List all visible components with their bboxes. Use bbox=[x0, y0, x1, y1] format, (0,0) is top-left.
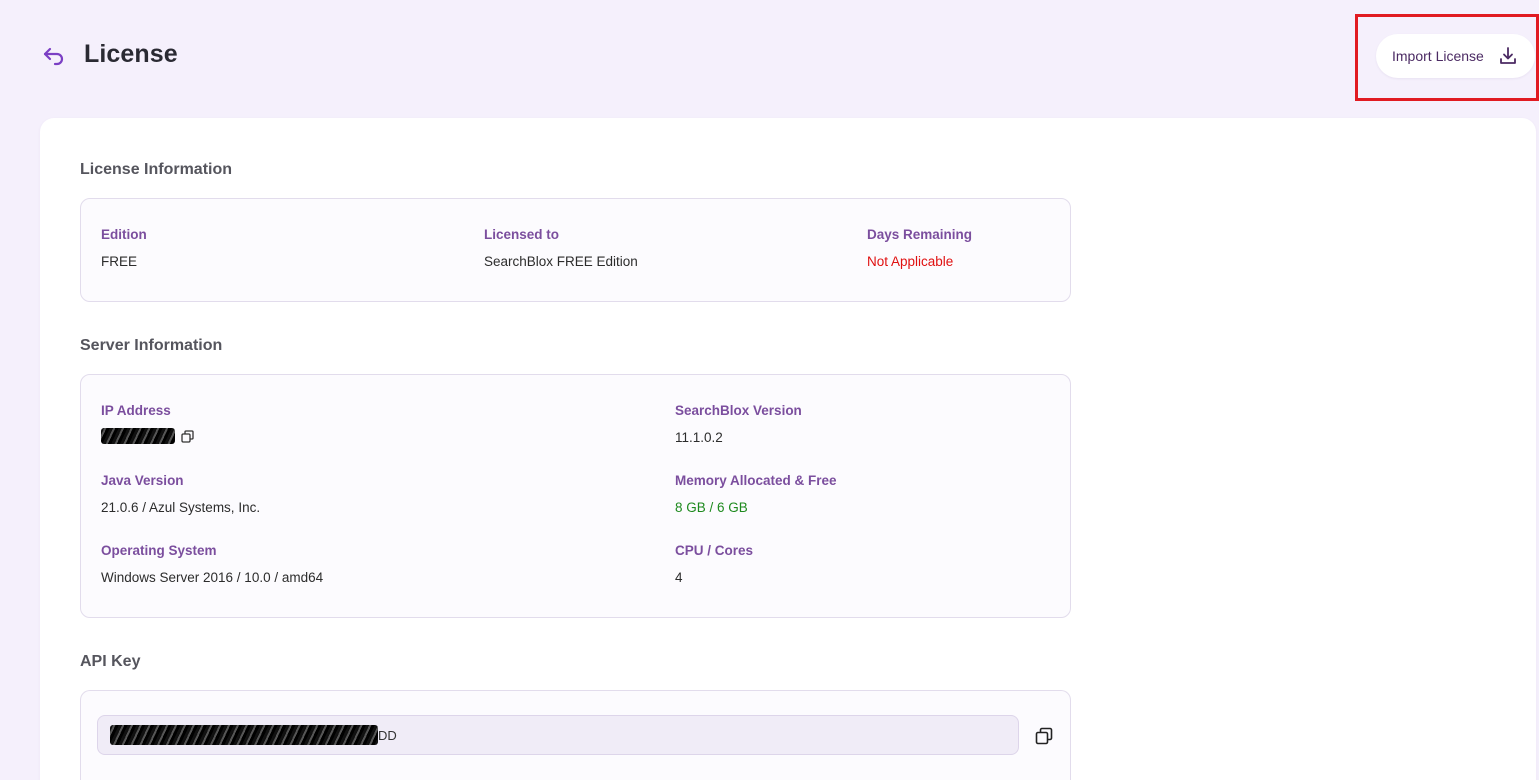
server-panel: IP Address SearchBlox Version 11.1.0.2 J… bbox=[80, 374, 1071, 618]
import-license-button[interactable]: Import License bbox=[1376, 34, 1535, 78]
operating-system-field: Operating System Windows Server 2016 / 1… bbox=[101, 543, 323, 585]
page-header: License Import License bbox=[0, 0, 1539, 110]
searchblox-version-label: SearchBlox Version bbox=[675, 403, 802, 418]
operating-system-label: Operating System bbox=[101, 543, 217, 558]
api-key-visible-suffix: DD bbox=[378, 727, 397, 743]
java-version-field: Java Version 21.0.6 / Azul Systems, Inc. bbox=[101, 473, 260, 515]
searchblox-version-field: SearchBlox Version 11.1.0.2 bbox=[675, 403, 802, 445]
redacted-api-key bbox=[110, 725, 378, 745]
memory-label: Memory Allocated & Free bbox=[675, 473, 837, 488]
ip-address-field: IP Address bbox=[101, 403, 194, 444]
cpu-cores-label: CPU / Cores bbox=[675, 543, 754, 558]
page-title: License bbox=[84, 40, 178, 68]
java-version-value: 21.0.6 / Azul Systems, Inc. bbox=[101, 500, 261, 515]
licensed-to-label: Licensed to bbox=[484, 227, 560, 242]
memory-value: 8 GB / 6 GB bbox=[675, 500, 748, 515]
license-page: License Import License License Informati… bbox=[0, 0, 1539, 780]
licensed-to-value: SearchBlox FREE Edition bbox=[484, 254, 638, 269]
java-version-label: Java Version bbox=[101, 473, 184, 488]
back-arrow-icon[interactable] bbox=[40, 42, 68, 70]
ip-address-value bbox=[101, 428, 194, 444]
import-license-label: Import License bbox=[1392, 48, 1484, 64]
licensed-to-field: Licensed to SearchBlox FREE Edition bbox=[484, 227, 638, 269]
days-remaining-value: Not Applicable bbox=[867, 254, 954, 269]
operating-system-value: Windows Server 2016 / 10.0 / amd64 bbox=[101, 570, 324, 585]
edition-label: Edition bbox=[101, 227, 147, 242]
cpu-cores-field: CPU / Cores 4 bbox=[675, 543, 753, 585]
ip-address-label: IP Address bbox=[101, 403, 171, 418]
memory-field: Memory Allocated & Free 8 GB / 6 GB bbox=[675, 473, 837, 515]
cpu-cores-value: 4 bbox=[675, 570, 683, 585]
edition-value: FREE bbox=[101, 254, 138, 269]
server-section-title: Server Information bbox=[80, 337, 223, 354]
redacted-ip bbox=[101, 428, 175, 444]
days-remaining-field: Days Remaining Not Applicable bbox=[867, 227, 972, 269]
api-key-section-title: API Key bbox=[80, 653, 141, 670]
copy-icon[interactable] bbox=[181, 429, 194, 443]
license-panel: Edition FREE Licensed to SearchBlox FREE… bbox=[80, 198, 1071, 302]
copy-icon[interactable] bbox=[1034, 726, 1054, 746]
api-key-field[interactable]: DD bbox=[97, 715, 1019, 755]
searchblox-version-value: 11.1.0.2 bbox=[675, 430, 723, 445]
days-remaining-label: Days Remaining bbox=[867, 227, 973, 242]
download-icon bbox=[1498, 46, 1518, 66]
license-section-title: License Information bbox=[80, 161, 233, 178]
edition-field: Edition FREE bbox=[101, 227, 147, 269]
